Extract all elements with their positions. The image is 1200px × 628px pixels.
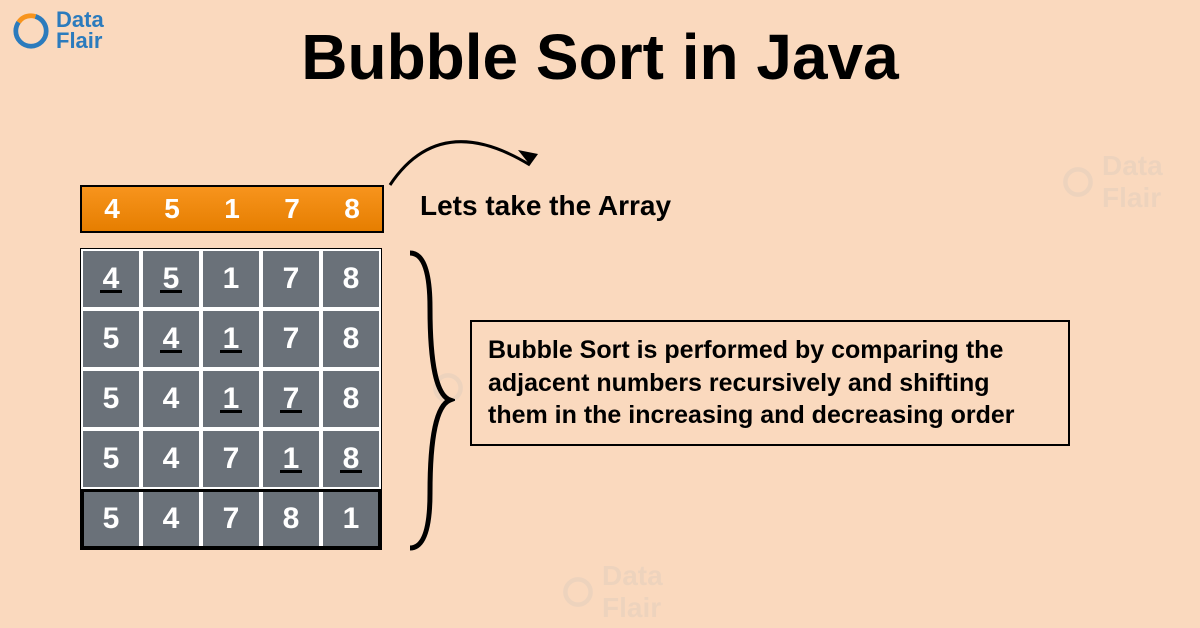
grid-cell: 1: [201, 249, 261, 309]
grid-cell: 8: [321, 429, 381, 489]
array-cell: 4: [82, 187, 142, 231]
array-cell: 5: [142, 187, 202, 231]
grid-cell: 4: [141, 489, 201, 549]
array-cell: 1: [202, 187, 262, 231]
grid-cell: 7: [261, 309, 321, 369]
sort-passes-grid: 4517854178541785471854781: [80, 248, 382, 550]
grid-cell: 5: [81, 429, 141, 489]
table-row: 45178: [81, 249, 381, 309]
array-label: Lets take the Array: [420, 190, 671, 222]
table-row: 54178: [81, 309, 381, 369]
grid-cell: 8: [261, 489, 321, 549]
watermark-icon: DataFlair: [560, 560, 663, 624]
brace-icon: [395, 248, 455, 553]
grid-cell: 4: [141, 369, 201, 429]
arrow-icon: [380, 100, 580, 200]
watermark-icon: DataFlair: [1060, 150, 1163, 214]
grid-cell: 7: [261, 249, 321, 309]
grid-cell: 8: [321, 309, 381, 369]
array-cell: 7: [262, 187, 322, 231]
grid-cell: 7: [201, 429, 261, 489]
explanation-box: Bubble Sort is performed by comparing th…: [470, 320, 1070, 446]
grid-cell: 8: [321, 249, 381, 309]
grid-cell: 7: [261, 369, 321, 429]
grid-cell: 5: [81, 309, 141, 369]
table-row: 54781: [81, 489, 381, 549]
grid-cell: 5: [81, 369, 141, 429]
initial-array-row: 4 5 1 7 8: [80, 185, 384, 233]
grid-cell: 4: [141, 309, 201, 369]
table-row: 54718: [81, 429, 381, 489]
page-title: Bubble Sort in Java: [0, 20, 1200, 94]
grid-cell: 5: [141, 249, 201, 309]
grid-cell: 4: [141, 429, 201, 489]
grid-cell: 7: [201, 489, 261, 549]
grid-cell: 4: [81, 249, 141, 309]
grid-cell: 5: [81, 489, 141, 549]
table-row: 54178: [81, 369, 381, 429]
grid-cell: 8: [321, 369, 381, 429]
grid-cell: 1: [321, 489, 381, 549]
grid-cell: 1: [201, 369, 261, 429]
array-cell: 8: [322, 187, 382, 231]
grid-cell: 1: [261, 429, 321, 489]
grid-cell: 1: [201, 309, 261, 369]
